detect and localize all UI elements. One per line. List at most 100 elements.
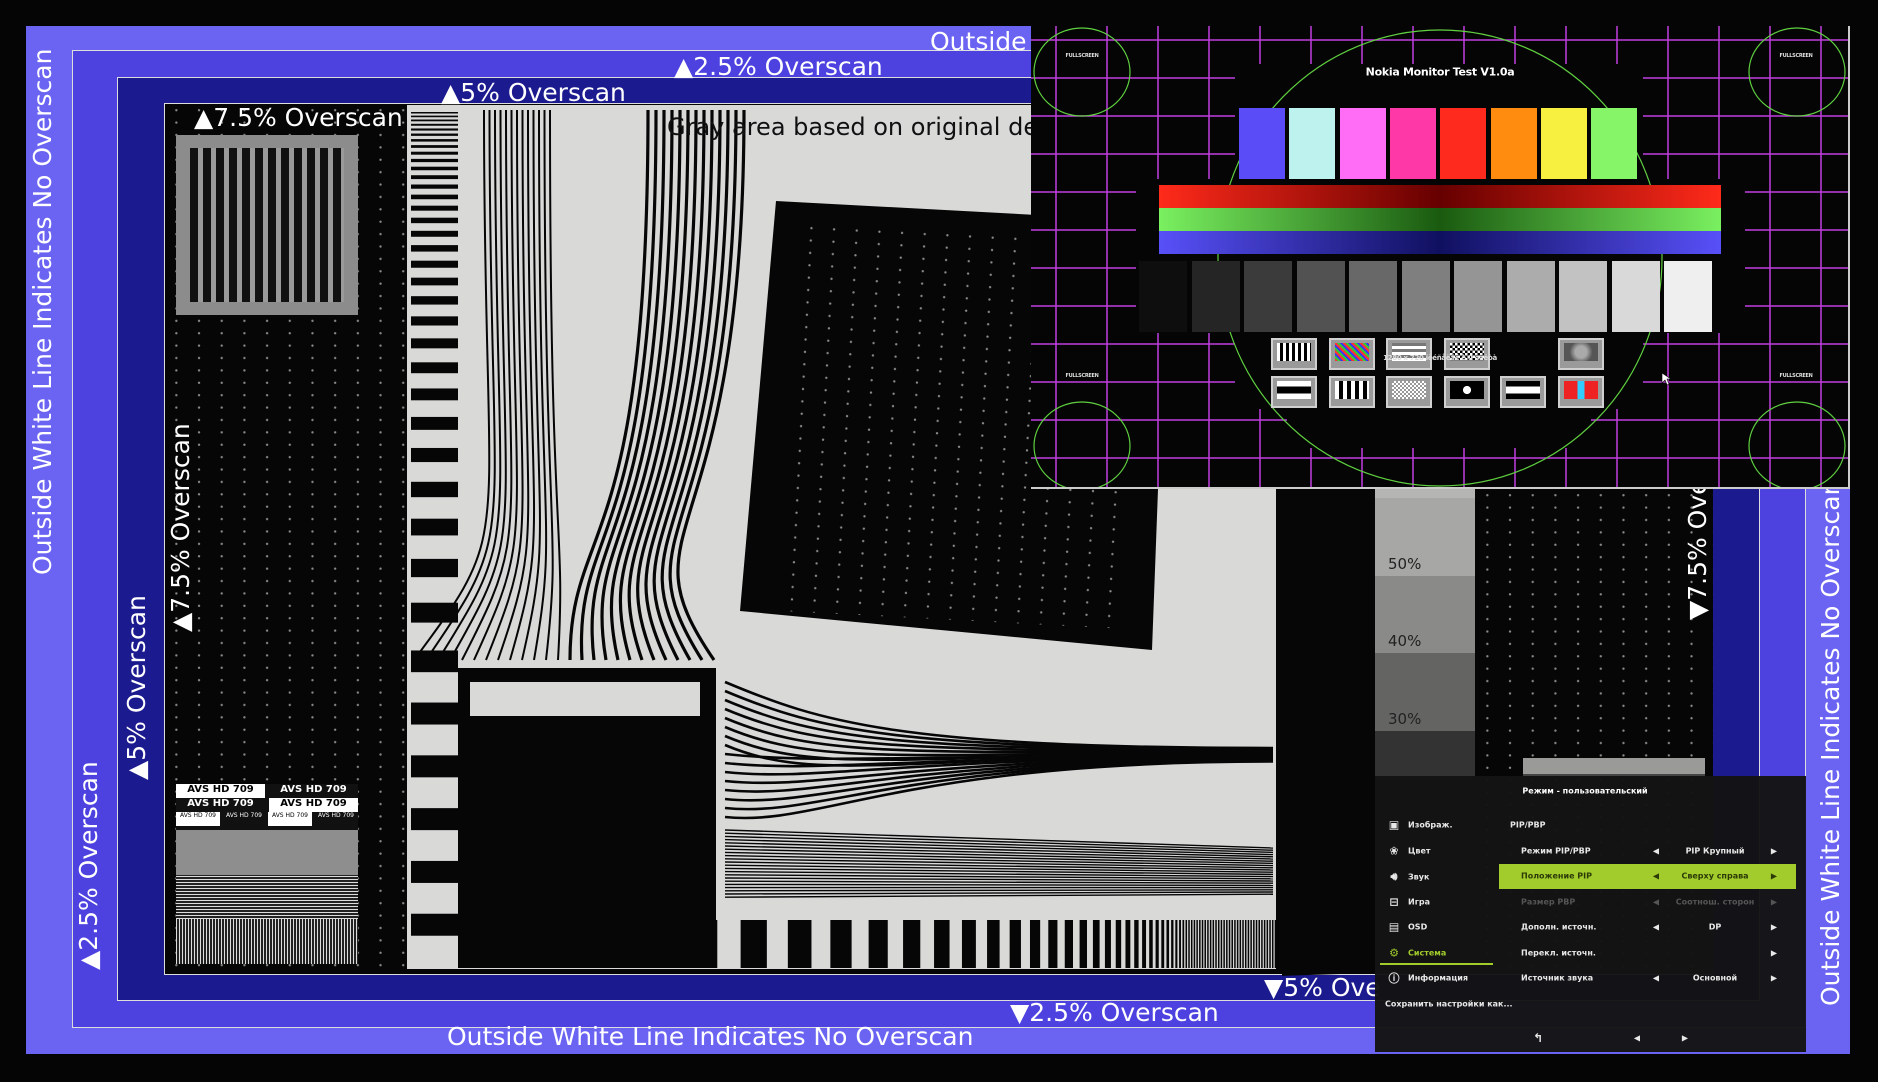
- left-arrow-icon[interactable]: ◀: [1653, 847, 1659, 856]
- wizard-icon[interactable]: [1558, 338, 1604, 370]
- osd-section-title: PIP/PBP: [1510, 820, 1546, 830]
- white-square-icon[interactable]: [1444, 376, 1490, 408]
- white-bar-icon[interactable]: [1500, 376, 1546, 408]
- pip-backdrop: [1287, 409, 1591, 448]
- color-bar: [1540, 108, 1587, 179]
- right-bar: [1282, 829, 1375, 852]
- osd-menu[interactable]: Режим - пользовательский ▣ Изображ. ❀ Цвет 🔊…: [1375, 776, 1806, 1052]
- right-arrow-icon[interactable]: ▶: [1771, 872, 1777, 881]
- gray-step-40: 40%: [1388, 632, 1422, 650]
- osd-save-settings[interactable]: Сохранить настройки как...: [1385, 1000, 1513, 1009]
- exit-icon[interactable]: [1558, 376, 1604, 408]
- gray-step-30: 30%: [1388, 710, 1422, 728]
- stripe: [411, 481, 458, 498]
- right-bar: [1282, 906, 1375, 932]
- right-arrow-icon[interactable]: ▶: [1771, 923, 1777, 932]
- fullscreen-label: FULLSCREEN: [1065, 53, 1099, 59]
- bottom-bar: [1115, 920, 1122, 968]
- stripe: [411, 860, 458, 883]
- bottom-bar: [565, 920, 601, 968]
- stripe: [411, 112, 458, 114]
- bottom-bar: [1190, 920, 1193, 968]
- gray-step-column: 50% 40% 30%: [1375, 489, 1475, 779]
- color-bar: [1389, 108, 1436, 179]
- bottom-bar: [1179, 920, 1181, 968]
- corner-circle: [1033, 27, 1131, 117]
- stripe: [411, 145, 458, 148]
- icon-glyph: [1277, 381, 1311, 399]
- osd-menu-item[interactable]: Система: [1408, 949, 1446, 958]
- bottom-bar: [1182, 920, 1185, 968]
- gray-step: [1244, 261, 1292, 332]
- border-icon[interactable]: [1271, 376, 1317, 408]
- right-nav-icon[interactable]: ▶: [1682, 1034, 1688, 1043]
- gray-step: [1454, 261, 1502, 332]
- bottom-bar: [1217, 920, 1220, 968]
- color-bar: [1339, 108, 1386, 179]
- bottom-bar: [961, 920, 976, 968]
- bottom-bar: [1223, 920, 1225, 968]
- osd-row-value: Соотнош. сторон: [1675, 897, 1755, 907]
- bottom-bar: [1250, 920, 1252, 968]
- right-arrow-icon[interactable]: ▶: [1771, 948, 1777, 957]
- gray-step: [1191, 261, 1240, 332]
- convergence-icon[interactable]: [1329, 376, 1375, 408]
- bottom-bar: [493, 920, 533, 968]
- dot-grid-icon[interactable]: [1386, 376, 1432, 408]
- left-arrow-icon[interactable]: ◀: [1653, 897, 1659, 906]
- bottom-bar: [1253, 920, 1255, 968]
- osd-menu-item[interactable]: Информация: [1408, 974, 1468, 983]
- gear-icon: ⚙: [1389, 946, 1399, 960]
- right-arrow-icon[interactable]: ▶: [1771, 974, 1777, 983]
- bottom-bar: [1212, 920, 1215, 968]
- right-bar: [1282, 734, 1375, 752]
- right-bar: [1282, 681, 1375, 698]
- stripe: [411, 123, 458, 126]
- left-arrow-icon[interactable]: ◀: [1653, 923, 1659, 932]
- bottom-bar: [1274, 920, 1276, 968]
- bottom-bar: [830, 920, 852, 968]
- osd-row-label[interactable]: Положение PIP: [1521, 872, 1592, 881]
- bottom-bar: [1258, 920, 1260, 968]
- left-nav-icon[interactable]: ◀: [1634, 1034, 1640, 1043]
- osd-row-label[interactable]: Режим PIP/PBP: [1521, 847, 1591, 856]
- color-bar: [1591, 108, 1638, 179]
- gamepad-icon: ⊟: [1389, 895, 1399, 909]
- grid-pattern-icon[interactable]: [1271, 338, 1317, 370]
- mouse-cursor-icon: [1661, 372, 1671, 386]
- osd-menu-item[interactable]: Звук: [1408, 873, 1429, 882]
- osd-row-label[interactable]: Размер PBP: [1521, 897, 1575, 906]
- osd-menu-item[interactable]: Игра: [1408, 898, 1430, 907]
- overscan-bottom-5: ▼5% Ove: [1264, 973, 1381, 1002]
- picture-icon: ▣: [1388, 818, 1400, 832]
- gray-step: [1506, 261, 1555, 332]
- overscan-top-7-5: ▲7.5% Overscan: [194, 103, 403, 132]
- icon-glyph: [1450, 381, 1484, 399]
- gray-step: [1349, 261, 1397, 332]
- right-bar: [1282, 866, 1375, 890]
- bottom-bar: [1125, 920, 1131, 968]
- osd-menu-item[interactable]: Цвет: [1408, 847, 1431, 856]
- stripe: [411, 362, 458, 374]
- left-arrow-icon[interactable]: ◀: [1653, 974, 1659, 983]
- bottom-bar: [1064, 920, 1073, 968]
- osd-menu-item[interactable]: OSD: [1408, 923, 1427, 932]
- back-icon[interactable]: ↰: [1533, 1031, 1543, 1045]
- bottom-bar: [903, 920, 921, 968]
- color-bar: [1289, 108, 1336, 179]
- right-bar: [1282, 658, 1375, 674]
- osd-menu-item[interactable]: Изображ.: [1408, 821, 1453, 830]
- bottom-bar: [1166, 920, 1170, 968]
- bottom-bar: [1228, 920, 1231, 968]
- color-bar: [1239, 108, 1285, 179]
- right-arrow-icon[interactable]: ▶: [1771, 897, 1777, 906]
- left-arrow-icon[interactable]: ◀: [1653, 872, 1659, 881]
- color-diagonal-icon[interactable]: [1329, 338, 1375, 370]
- converging-line: [724, 883, 1274, 887]
- pip-window[interactable]: Nokia Monitor Test V1.0a 1280 x 720 ièéñ…: [1031, 26, 1850, 489]
- osd-row-label[interactable]: Дополн. источн.: [1521, 923, 1596, 932]
- osd-row-label[interactable]: Источник звука: [1521, 974, 1593, 983]
- right-arrow-icon[interactable]: ▶: [1771, 847, 1777, 856]
- osd-row-value: Основной: [1692, 973, 1738, 983]
- osd-row-label[interactable]: Перекл. источн.: [1521, 948, 1596, 957]
